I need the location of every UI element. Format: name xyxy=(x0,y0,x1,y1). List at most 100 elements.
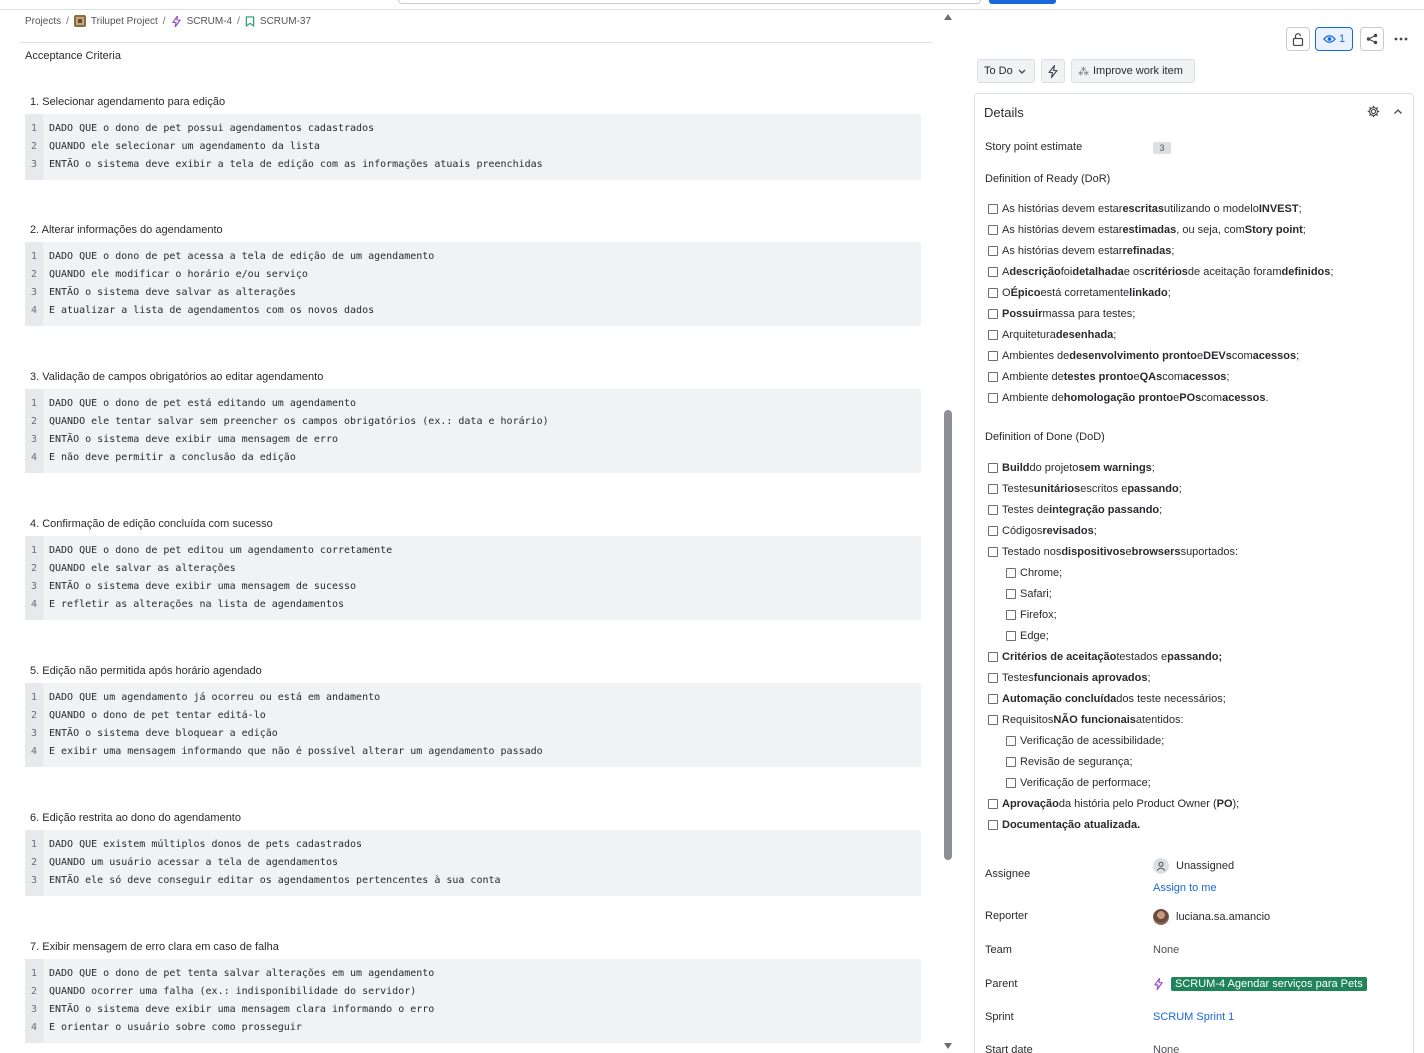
checkbox[interactable] xyxy=(988,225,998,235)
details-heading[interactable]: Details xyxy=(984,105,1024,120)
checkbox[interactable] xyxy=(1006,610,1016,620)
checkbox[interactable] xyxy=(988,673,998,683)
checkbox[interactable] xyxy=(988,288,998,298)
checklist-text: Build xyxy=(1002,462,1030,474)
checklist-text: Testes de xyxy=(1002,504,1050,516)
checkbox[interactable] xyxy=(988,330,998,340)
code-line: 4 E orientar o usuário sobre como prosseg… xyxy=(25,1019,921,1037)
breadcrumb-projects[interactable]: Projects xyxy=(25,16,61,27)
gear-icon[interactable] xyxy=(1367,105,1380,118)
restrictions-button[interactable] xyxy=(1286,27,1310,51)
checkbox[interactable] xyxy=(1006,568,1016,578)
code-block[interactable]: 1 DADO QUE o dono de pet está editando um… xyxy=(25,389,921,473)
code-block[interactable]: 1 DADO QUE o dono de pet editou um agenda… xyxy=(25,536,921,620)
checkbox[interactable] xyxy=(1006,736,1016,746)
watch-button[interactable]: 1 xyxy=(1315,27,1353,51)
checkbox[interactable] xyxy=(988,463,998,473)
scrollbar-thumb[interactable] xyxy=(944,410,952,860)
code-text: ENTÃO o sistema deve salvar as alteraçõe… xyxy=(49,287,296,298)
checklist-text: Automação concluída xyxy=(1002,693,1117,705)
checklist-text: ; xyxy=(1159,504,1163,516)
avatar xyxy=(1153,909,1169,925)
assignee-name: Unassigned xyxy=(1176,860,1235,872)
checkbox[interactable] xyxy=(988,652,998,662)
team-value[interactable]: None xyxy=(1153,944,1179,956)
breadcrumb-epic[interactable]: SCRUM-4 xyxy=(171,15,233,27)
checkbox[interactable] xyxy=(988,505,998,515)
breadcrumb-project[interactable]: Trilupet Project xyxy=(73,15,158,27)
checkbox[interactable] xyxy=(988,204,998,214)
checkbox[interactable] xyxy=(988,372,998,382)
start-date-value[interactable]: None xyxy=(1153,1044,1179,1053)
code-block[interactable]: 1 DADO QUE o dono de pet acessa a tela de… xyxy=(25,242,921,326)
checkbox[interactable] xyxy=(1006,631,1016,641)
code-block[interactable]: 1 DADO QUE existem múltiplos donos de pet… xyxy=(25,830,921,896)
status-dropdown[interactable]: To Do xyxy=(977,59,1035,83)
checkbox[interactable] xyxy=(1006,778,1016,788)
global-search-input[interactable] xyxy=(398,0,981,4)
person-icon xyxy=(1153,858,1169,874)
line-number: 1 xyxy=(30,398,38,409)
scroll-down-arrow-icon[interactable] xyxy=(944,1043,952,1049)
checklist-text: e os xyxy=(1123,266,1145,278)
checkbox[interactable] xyxy=(988,547,998,557)
dor-item: Possuir massa para testes; xyxy=(988,307,1135,321)
parent-link[interactable]: SCRUM-4 Agendar serviços para Pets xyxy=(1171,977,1367,991)
main-scrollbar[interactable] xyxy=(940,10,956,1053)
code-block[interactable]: 1 DADO QUE um agendamento já ocorreu ou e… xyxy=(25,683,921,767)
scroll-up-arrow-icon[interactable] xyxy=(944,14,952,20)
breadcrumb-label[interactable]: Trilupet Project xyxy=(91,16,158,27)
checkbox[interactable] xyxy=(988,694,998,704)
automation-button[interactable] xyxy=(1041,59,1065,83)
epic-lightning-icon xyxy=(1154,978,1163,990)
breadcrumb-label[interactable]: SCRUM-37 xyxy=(260,16,311,27)
share-button[interactable] xyxy=(1360,27,1384,51)
checkbox[interactable] xyxy=(988,799,998,809)
create-button[interactable] xyxy=(989,0,1056,4)
line-number: 2 xyxy=(30,986,38,997)
checkbox[interactable] xyxy=(988,820,998,830)
code-text: QUANDO ele salvar as alterações xyxy=(49,563,236,574)
dod-item: Documentação atualizada. xyxy=(988,818,1140,832)
start-date-label: Start date xyxy=(985,1044,1033,1053)
line-number: 4 xyxy=(30,305,38,316)
dor-item: Ambiente de homologação pronto e POs com… xyxy=(988,391,1269,405)
code-line: 2 QUANDO ele tentar salvar sem preencher … xyxy=(25,413,921,431)
team-label: Team xyxy=(985,944,1012,956)
line-number: 3 xyxy=(30,1004,38,1015)
checkbox[interactable] xyxy=(988,267,998,277)
line-number: 1 xyxy=(30,968,38,979)
code-block[interactable]: 1 DADO QUE o dono de pet tenta salvar alt… xyxy=(25,959,921,1043)
checkbox[interactable] xyxy=(1006,589,1016,599)
breadcrumb-story[interactable]: SCRUM-37 xyxy=(245,16,311,27)
code-block[interactable]: 1 DADO QUE o dono de pet possui agendamen… xyxy=(25,114,921,180)
more-actions-button[interactable] xyxy=(1388,27,1414,51)
checkbox[interactable] xyxy=(988,484,998,494)
code-line: 3 ENTÃO o sistema deve exibir uma mensage… xyxy=(25,578,921,596)
parent-value[interactable]: SCRUM-4 Agendar serviços para Pets xyxy=(1153,977,1367,991)
checkbox[interactable] xyxy=(988,351,998,361)
assign-to-me-link[interactable]: Assign to me xyxy=(1153,882,1217,894)
improve-work-item-button[interactable]: ⁂ Improve work item xyxy=(1071,59,1195,83)
code-line: 4 E exibir uma mensagem informando que nã… xyxy=(25,743,921,761)
story-point-value[interactable]: 3 xyxy=(1153,142,1171,154)
checkbox[interactable] xyxy=(988,246,998,256)
checkbox[interactable] xyxy=(1006,757,1016,767)
checkbox[interactable] xyxy=(988,526,998,536)
checkbox[interactable] xyxy=(988,715,998,725)
checkbox[interactable] xyxy=(988,309,998,319)
breadcrumb-label[interactable]: Projects xyxy=(25,16,61,27)
checklist-text: atentidos: xyxy=(1135,714,1184,726)
sparkle-icon: ⁂ xyxy=(1078,65,1089,78)
dod-item: Edge; xyxy=(1006,629,1049,643)
line-number: 4 xyxy=(30,746,38,757)
breadcrumb-label[interactable]: SCRUM-4 xyxy=(187,16,233,27)
reporter-value[interactable]: luciana.sa.amancio xyxy=(1153,909,1270,925)
checkbox[interactable] xyxy=(988,393,998,403)
chevron-up-icon[interactable] xyxy=(1393,105,1403,118)
sprint-link[interactable]: SCRUM Sprint 1 xyxy=(1153,1011,1234,1023)
story-bookmark-icon xyxy=(245,15,255,27)
work-item-main-content: Projects / Trilupet Project / SCRUM-4 / … xyxy=(0,10,940,1053)
code-line: 3 ENTÃO o sistema deve exibir uma mensage… xyxy=(25,1001,921,1019)
assignee-value[interactable]: Unassigned xyxy=(1153,858,1234,874)
